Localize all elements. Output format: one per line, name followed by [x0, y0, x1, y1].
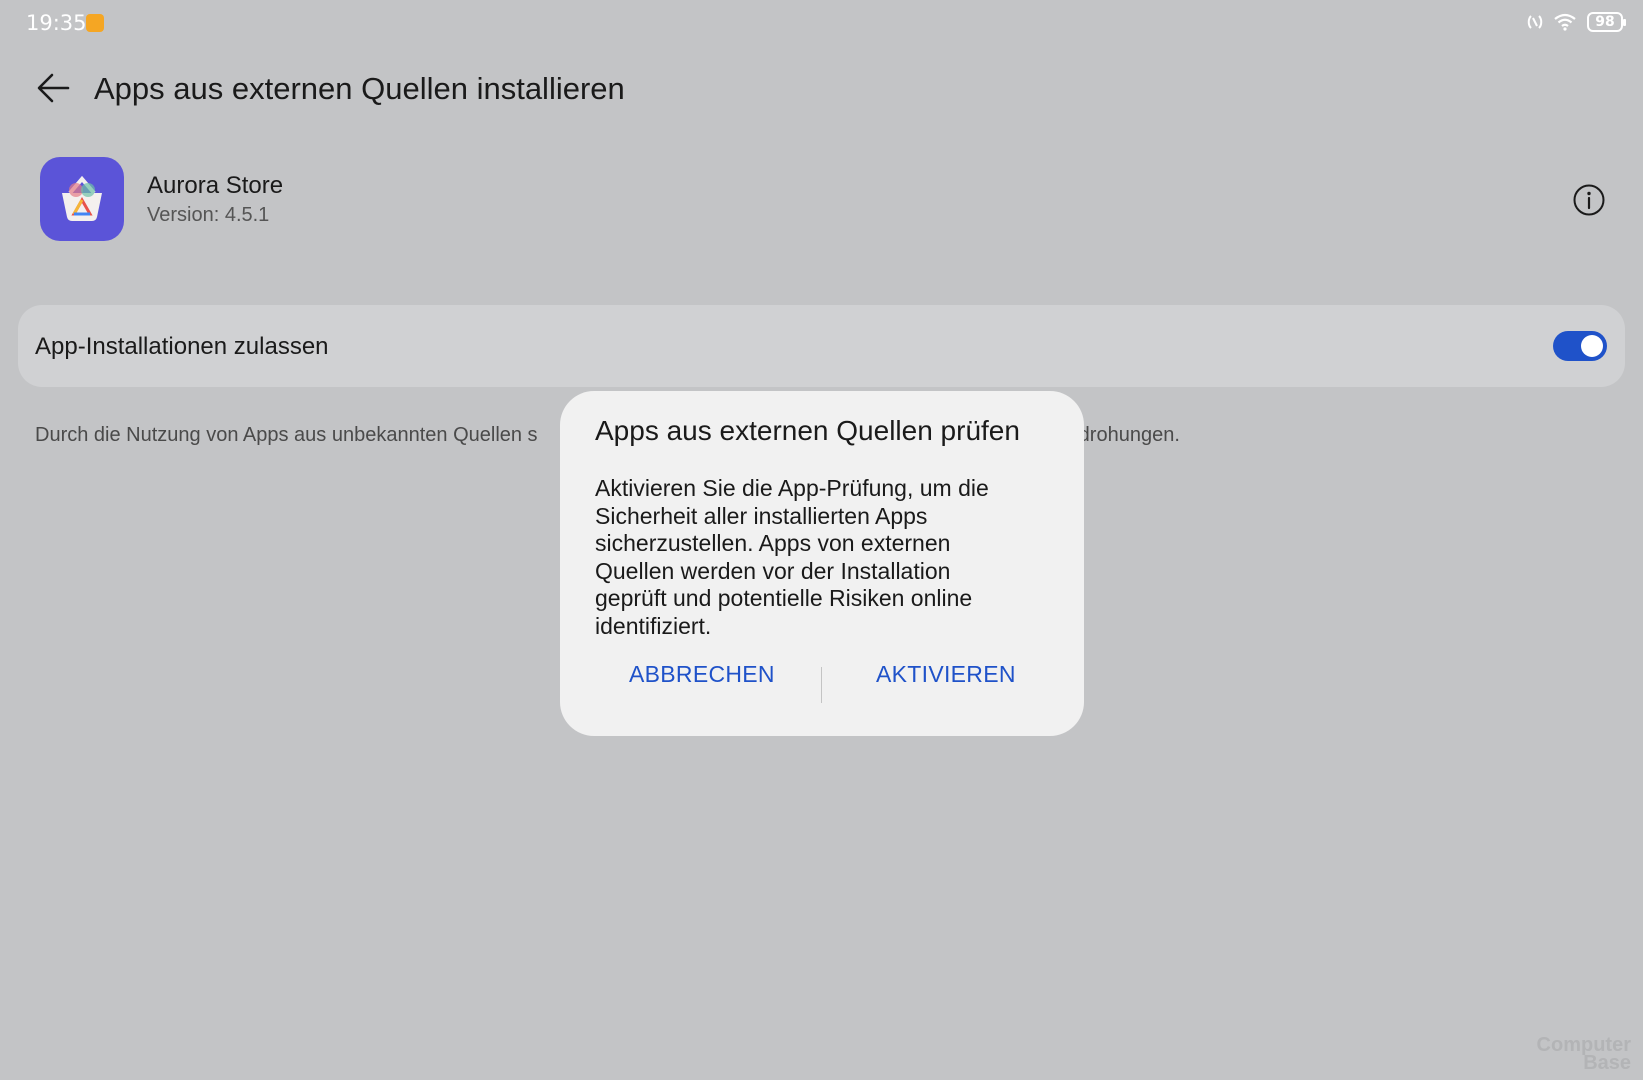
dialog-body: Aktivieren Sie die App-Prüfung, um die S…	[595, 475, 989, 639]
cancel-button[interactable]: ABBRECHEN	[629, 661, 775, 688]
app-version: Version: 4.5.1	[147, 204, 270, 226]
description-right: edrohungen.	[1067, 424, 1180, 446]
back-button[interactable]	[34, 70, 74, 106]
description-left: Durch die Nutzung von Apps aus unbekannt…	[35, 424, 538, 446]
battery-icon: 98	[1587, 12, 1626, 32]
allow-install-setting[interactable]: App-Installationen zulassen	[18, 305, 1625, 387]
app-name: Aurora Store	[147, 172, 284, 199]
notification-app-icon	[86, 14, 104, 32]
status-bar: 19:35 98	[0, 0, 1643, 48]
aurora-store-icon	[40, 157, 124, 241]
toggle-knob	[1581, 335, 1603, 357]
info-icon[interactable]	[1572, 183, 1606, 217]
nfc-icon	[1527, 15, 1543, 29]
status-icons: 98	[1527, 12, 1626, 32]
app-row: Aurora Store Version: 4.5.1	[0, 150, 1643, 250]
wifi-icon	[1554, 13, 1576, 31]
watermark-logo: Computer Base	[1537, 1035, 1631, 1074]
status-time: 19:35	[26, 11, 87, 35]
page-header: Apps aus externen Quellen installieren	[0, 56, 1643, 120]
activate-button[interactable]: AKTIVIEREN	[876, 661, 1016, 688]
button-divider	[821, 667, 822, 703]
allow-install-label: App-Installationen zulassen	[35, 333, 329, 360]
watermark-line2: Base	[1583, 1052, 1631, 1074]
page-title: Apps aus externen Quellen installieren	[94, 71, 625, 106]
allow-install-toggle[interactable]	[1553, 331, 1607, 361]
app-check-dialog: Apps aus externen Quellen prüfen Aktivie…	[560, 391, 1084, 736]
dialog-title: Apps aus externen Quellen prüfen	[595, 415, 1020, 446]
